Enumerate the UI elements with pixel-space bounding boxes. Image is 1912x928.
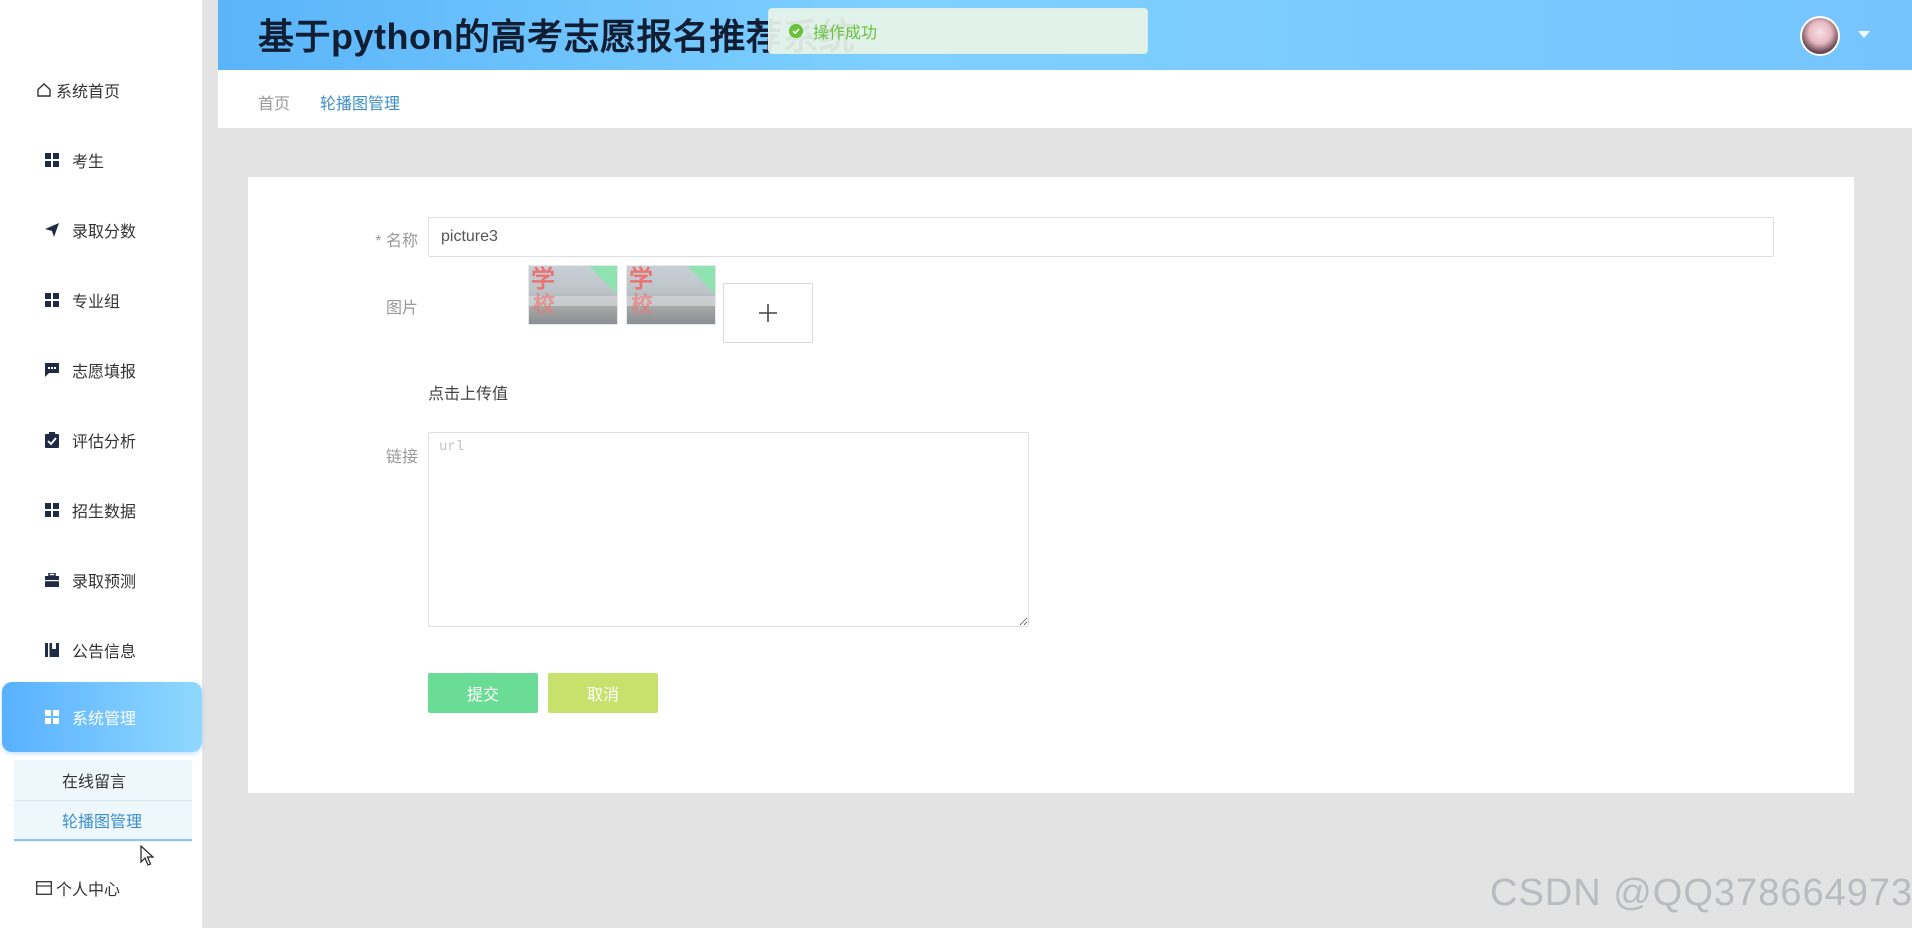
sidebar-item-label: 个人中心 [56,882,121,899]
sidebar-item-assessment[interactable]: 评估分析 [0,410,202,470]
sidebar-item-label: 录取预测 [72,574,137,591]
link-textarea[interactable] [428,432,1029,627]
clipboard-icon [44,432,60,448]
image-corner [687,266,715,294]
submenu-item-carousel-management[interactable]: 轮播图管理 [14,801,192,841]
sidebar-item-system-management[interactable]: 系统管理 [2,682,202,752]
page-title: 基于python的高考志愿报名推荐系统 [258,16,856,57]
submenu-item-online-messages[interactable]: 在线留言 [14,760,192,800]
submit-button[interactable]: 提交 [428,673,538,713]
name-input[interactable] [428,217,1774,257]
sidebar-item-home[interactable]: 系统首页 [0,60,202,120]
sidebar-item-examinee[interactable]: 考生 [0,130,202,190]
grid-icon [44,292,60,308]
check-circle-icon [789,24,803,38]
cancel-button[interactable]: 取消 [548,673,658,713]
required-mark: * [375,233,382,250]
chat-icon [44,362,60,378]
sidebar-item-enrollment-data[interactable]: 招生数据 [0,480,202,540]
send-icon [44,222,60,238]
image-glyph: 校 [533,292,556,317]
sidebar: 系统首页 考生 录取分数 专业组 志愿填报 评估分析 招生数据 录取预测 公告信… [0,0,203,928]
submenu-item-label: 在线留言 [62,774,127,791]
chevron-down-icon[interactable] [1858,31,1870,38]
sidebar-item-label: 系统首页 [56,84,121,101]
profile-icon [36,880,52,896]
grid-icon [44,152,60,168]
sidebar-item-label: 录取分数 [72,224,137,241]
name-label: * 名称 [375,233,418,250]
upload-image-button[interactable] [723,283,813,343]
upload-hint: 点击上传值 [428,386,509,403]
sidebar-item-label: 评估分析 [72,434,137,451]
sidebar-item-major-group[interactable]: 专业组 [0,270,202,330]
sidebar-item-volunteer-fill[interactable]: 志愿填报 [0,340,202,400]
sidebar-item-label: 考生 [72,154,105,171]
sidebar-item-label: 招生数据 [72,504,137,521]
image-corner [589,266,617,294]
sidebar-item-label: 公告信息 [72,644,137,661]
success-toast: 操作成功 [768,8,1148,54]
user-avatar[interactable] [1800,16,1840,56]
image-label: 图片 [385,300,418,317]
book-icon [44,642,60,658]
sidebar-item-label: 系统管理 [72,711,137,728]
image-glyph: 校 [631,292,654,317]
briefcase-icon [44,572,60,588]
sidebar-item-admission-prediction[interactable]: 录取预测 [0,550,202,610]
grid-icon [44,709,60,725]
toast-message: 操作成功 [813,25,878,42]
link-label: 链接 [385,449,418,466]
breadcrumb-home[interactable]: 首页 [258,90,290,114]
sidebar-item-label: 专业组 [72,294,121,311]
breadcrumb: 首页 轮播图管理 [218,70,1912,128]
grid-icon [44,502,60,518]
sidebar-item-admission-scores[interactable]: 录取分数 [0,200,202,260]
watermark: CSDN @QQ3786649731 [1490,872,1912,914]
breadcrumb-current: 轮播图管理 [320,96,401,113]
top-header: 基于python的高考志愿报名推荐系统 操作成功 [218,0,1912,70]
uploaded-image-thumbnail[interactable]: 学 校 [626,265,716,325]
submenu-item-label: 轮播图管理 [62,814,143,831]
plus-icon [759,304,777,322]
sidebar-item-profile[interactable]: 个人中心 [0,858,202,918]
uploaded-image-thumbnail[interactable]: 学 校 [528,265,618,325]
home-icon [36,82,52,98]
carousel-form-card: * 名称 图片 学 校 学 校 点击上传值 链接 提交 取消 [248,177,1854,793]
image-glyph: 学 [531,266,555,293]
mouse-cursor-icon [140,844,156,872]
sidebar-item-label: 志愿填报 [72,364,137,381]
submenu-system-management: 在线留言 轮播图管理 [14,760,192,842]
image-glyph: 学 [629,266,653,293]
sidebar-item-announcements[interactable]: 公告信息 [0,620,202,680]
